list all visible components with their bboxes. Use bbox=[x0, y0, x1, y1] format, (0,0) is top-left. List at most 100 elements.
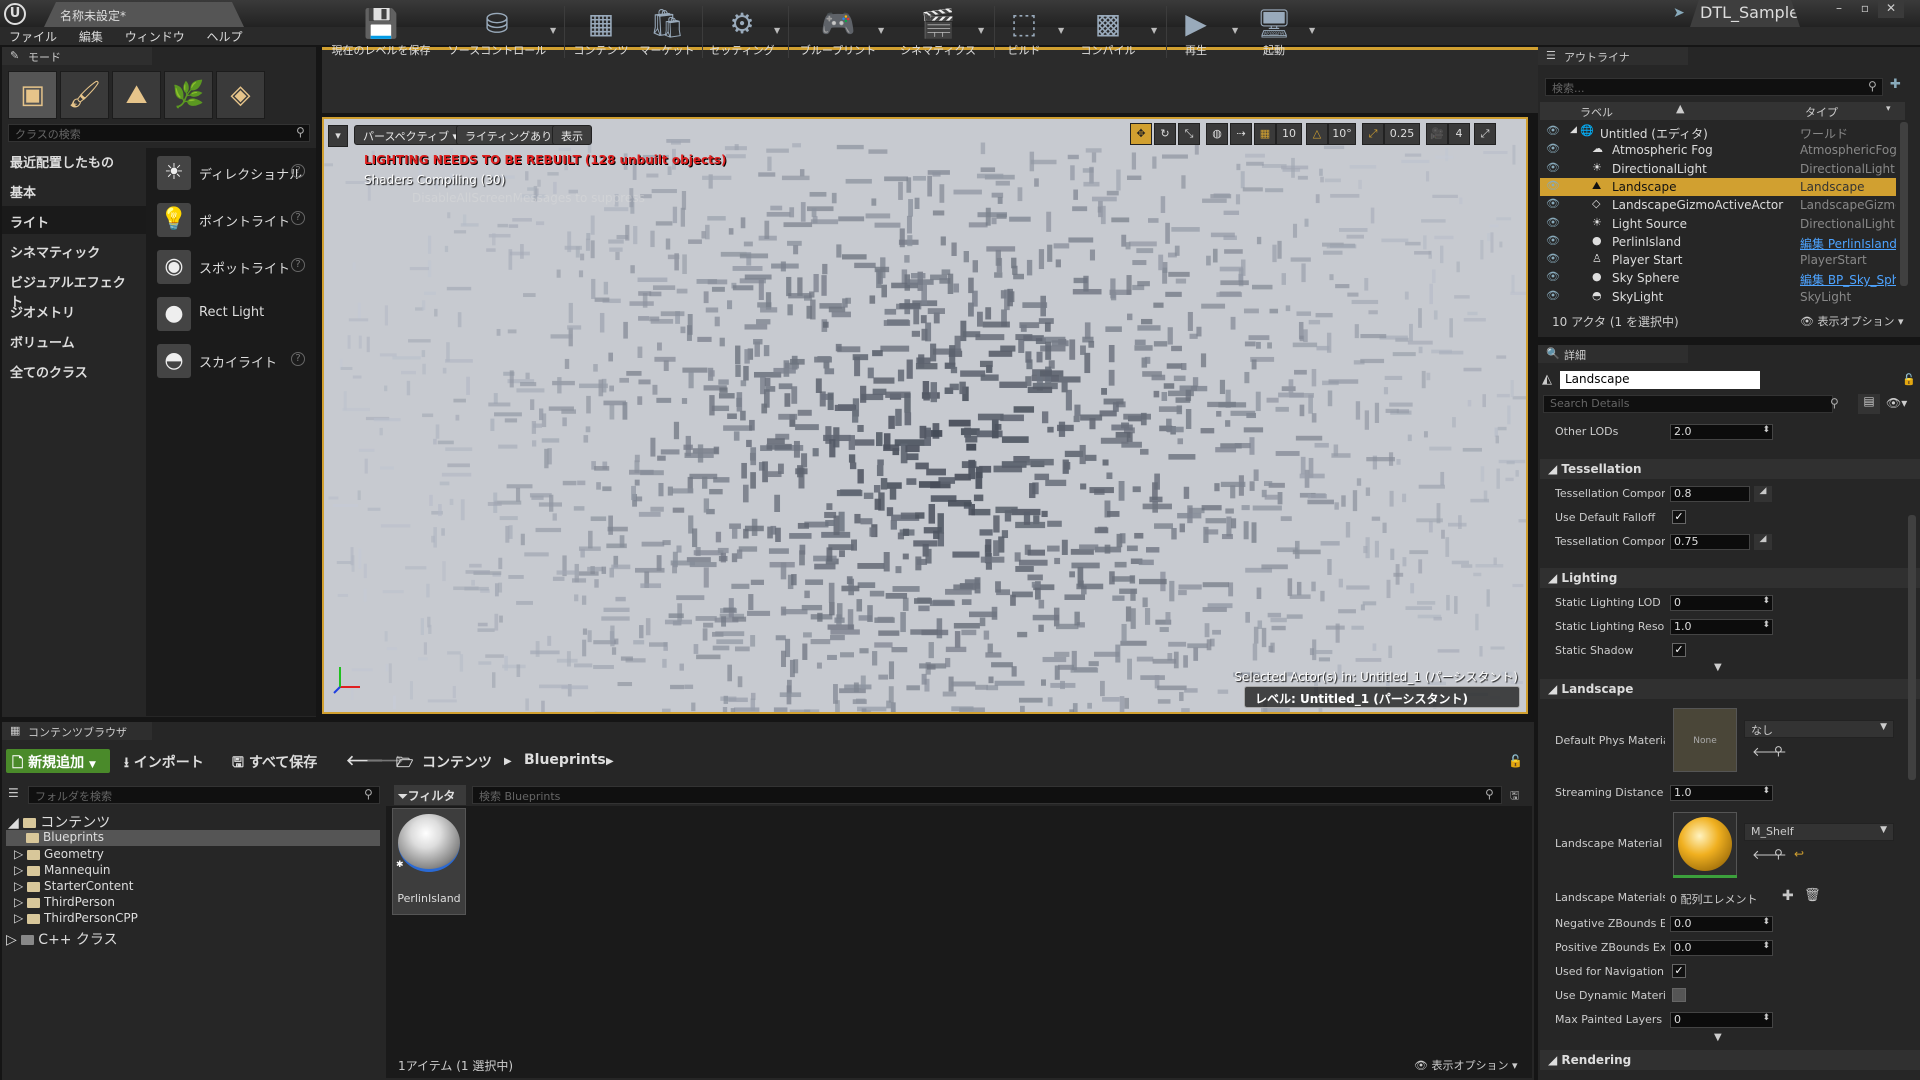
save-search-icon[interactable]: 🖫 bbox=[1510, 787, 1519, 806]
sky-light-item[interactable]: ◓ スカイライト ? bbox=[155, 338, 313, 384]
save-all-button[interactable]: 🖫 すべて保存 bbox=[232, 752, 317, 776]
dyn-mat-checkbox[interactable]: ✓ bbox=[1672, 988, 1686, 1002]
paint-mode-button[interactable]: 🖌 bbox=[60, 71, 109, 119]
phys-material-thumbnail[interactable]: None bbox=[1673, 708, 1737, 772]
dropdown-arrow-icon[interactable]: ▼ bbox=[1232, 26, 1238, 35]
rendering-section[interactable]: ◢ Rendering bbox=[1540, 1050, 1920, 1070]
tree-folder-geometry[interactable]: ▷ Geometry bbox=[14, 847, 104, 861]
play-button[interactable]: ▶ 再生 bbox=[1172, 6, 1220, 64]
spin-icon[interactable]: ⬍ bbox=[1762, 917, 1770, 927]
category-cinematic[interactable]: シネマティック bbox=[2, 236, 146, 264]
compile-button[interactable]: ▩ コンパイル bbox=[1076, 6, 1140, 64]
blueprints-button[interactable]: 🎮 ブループリント bbox=[794, 6, 882, 64]
tree-folder-mannequin[interactable]: ▷ Mannequin bbox=[14, 863, 111, 877]
static-shadow-checkbox[interactable]: ✓ bbox=[1672, 643, 1686, 657]
category-volumes[interactable]: ボリューム bbox=[2, 326, 146, 354]
reset-to-default-icon[interactable]: ↩ bbox=[1794, 847, 1804, 861]
help-icon[interactable]: ? bbox=[291, 258, 305, 272]
spin-icon[interactable]: ⬍ bbox=[1762, 1013, 1770, 1023]
category-visual-effects[interactable]: ビジュアルエフェクト bbox=[2, 266, 146, 310]
close-button[interactable]: ✕ bbox=[1878, 0, 1904, 18]
menu-help[interactable]: ヘルプ bbox=[198, 27, 252, 46]
add-actor-icon[interactable]: ✚ bbox=[1890, 77, 1901, 92]
menu-file[interactable]: ファイル bbox=[0, 27, 66, 46]
camera-speed-value[interactable]: 4 bbox=[1448, 123, 1470, 145]
outliner-row[interactable]: 👁 ☁ Atmospheric Fog AtmosphericFog bbox=[1540, 141, 1896, 159]
help-icon[interactable]: ? bbox=[291, 352, 305, 366]
visibility-eye-icon[interactable]: 👁 bbox=[1546, 289, 1560, 302]
level-viewport[interactable]: ▾ パースペクティブ ▾ ライティングあり ▾ 表示 ✥ ↻ ⤡ ◍ ⇢ ▦ 1… bbox=[322, 117, 1528, 714]
actor-type[interactable]: 編集 BP_Sky_Sphere bbox=[1800, 271, 1896, 288]
pos-z-field[interactable]: 0.0 ⬍ bbox=[1670, 940, 1773, 956]
source-control-icon[interactable]: ➤ bbox=[1673, 5, 1685, 21]
details-scrollbar[interactable] bbox=[1908, 515, 1916, 780]
visibility-eye-icon[interactable]: 👁 bbox=[1546, 216, 1560, 229]
outliner-row[interactable]: 👁 ● Sky Sphere 編集 BP_Sky_Sphere bbox=[1540, 269, 1896, 287]
show-button[interactable]: 表示 bbox=[552, 125, 592, 145]
spin-icon[interactable]: ⬍ bbox=[1762, 941, 1770, 951]
category-all-classes[interactable]: 全てのクラス bbox=[2, 356, 146, 384]
actor-name-field[interactable]: Landscape bbox=[1560, 371, 1760, 389]
streaming-field[interactable]: 1.0 ⬍ bbox=[1670, 785, 1773, 801]
lock-icon[interactable]: 🔓 bbox=[1508, 754, 1523, 768]
visibility-eye-icon[interactable]: 👁 bbox=[1546, 161, 1560, 174]
directional-light-item[interactable]: ☀ ディレクショナル ? bbox=[155, 150, 313, 196]
outliner-scrollbar[interactable] bbox=[1900, 122, 1908, 286]
grid-snap-icon[interactable]: ▦ bbox=[1254, 123, 1276, 145]
maximize-button[interactable]: ▫ bbox=[1852, 0, 1878, 18]
add-new-button[interactable]: 🗋 新規追加 ▼ bbox=[6, 749, 110, 773]
launch-button[interactable]: 🖥 起動 bbox=[1248, 6, 1300, 64]
visibility-eye-icon[interactable]: 👁 bbox=[1546, 270, 1560, 283]
menu-edit[interactable]: 編集 bbox=[70, 27, 112, 46]
outliner-tab[interactable]: ☰ アウトライナ bbox=[1538, 47, 1688, 65]
dropdown-arrow-icon[interactable]: ▼ bbox=[878, 26, 884, 35]
details-tab[interactable]: 🔍 詳細 bbox=[1538, 345, 1688, 363]
spot-light-item[interactable]: ◉ スポットライト ? bbox=[155, 244, 313, 290]
trash-icon[interactable]: 🗑 bbox=[1804, 888, 1821, 903]
rotation-snap-value[interactable]: 10° bbox=[1328, 123, 1356, 145]
used-nav-checkbox[interactable]: ✓ bbox=[1672, 964, 1686, 978]
label-column-header[interactable]: ラベル bbox=[1580, 104, 1613, 120]
breadcrumb-separator-icon[interactable]: ▶ bbox=[606, 756, 614, 767]
help-icon[interactable]: ? bbox=[291, 211, 305, 225]
tess-comp2-field[interactable]: 0.75 bbox=[1670, 534, 1750, 550]
content-browser-tab[interactable]: ▦ コンテンツブラウザ bbox=[2, 722, 152, 740]
neg-z-field[interactable]: 0.0 ⬍ bbox=[1670, 916, 1773, 932]
visibility-eye-icon[interactable]: 👁 bbox=[1546, 179, 1560, 192]
grid-snap-value[interactable]: 10 bbox=[1276, 123, 1302, 145]
maximize-viewport-icon[interactable]: ⤢ bbox=[1474, 123, 1496, 145]
foliage-mode-button[interactable]: 🌿 bbox=[164, 71, 213, 119]
breadcrumb-blueprints[interactable]: Blueprints bbox=[524, 752, 606, 768]
modes-tab[interactable]: ✎ モード bbox=[2, 47, 152, 65]
filter-button[interactable]: ⏷フィルタ ▾ bbox=[394, 785, 466, 818]
static-res-field[interactable]: 1.0 ⬍ bbox=[1670, 619, 1773, 635]
cb-view-options[interactable]: 👁 表示オプション ▾ bbox=[1414, 1057, 1518, 1073]
dropdown-arrow-icon[interactable]: ▼ bbox=[1058, 26, 1064, 35]
breadcrumb-separator-icon[interactable]: ▶ bbox=[504, 756, 512, 767]
perspective-button[interactable]: パースペクティブ ▾ bbox=[354, 125, 468, 145]
folder-search-input[interactable]: フォルダを検索 bbox=[28, 786, 380, 804]
marketplace-button[interactable]: 🛍 マーケット bbox=[636, 6, 698, 64]
scale-icon[interactable]: ⤡ bbox=[1178, 123, 1200, 145]
phys-material-combo[interactable]: なし ▼ bbox=[1744, 720, 1894, 738]
eye-icon[interactable]: 👁▾ bbox=[1886, 396, 1907, 410]
expand-more-icon[interactable]: ▼ bbox=[1714, 662, 1722, 673]
browse-search-icon[interactable]: ⚲ bbox=[1774, 847, 1783, 861]
visibility-eye-icon[interactable]: 👁 bbox=[1546, 124, 1560, 137]
save-level-button[interactable]: 💾 現在のレベルを保存 bbox=[326, 6, 436, 64]
tree-folder-blueprints[interactable]: Blueprints bbox=[6, 830, 380, 846]
visibility-eye-icon[interactable]: 👁 bbox=[1546, 234, 1560, 247]
static-lod-field[interactable]: 0 ⬍ bbox=[1670, 595, 1773, 611]
outliner-row[interactable]: 👁 ● PerlinIsland 編集 PerlinIsland bbox=[1540, 233, 1896, 251]
spin-icon[interactable]: ⬍ bbox=[1762, 620, 1770, 630]
scale-snap-icon[interactable]: ⤢ bbox=[1362, 123, 1384, 145]
build-button[interactable]: ⬚ ビルド bbox=[1000, 6, 1048, 64]
content-button[interactable]: ▦ コンテンツ bbox=[570, 6, 632, 64]
viewport-options-button[interactable]: ▾ bbox=[328, 125, 348, 147]
rotate-icon[interactable]: ↻ bbox=[1154, 123, 1176, 145]
settings-button[interactable]: ⚙ セッティング bbox=[706, 6, 778, 64]
visibility-eye-icon[interactable]: 👁 bbox=[1546, 142, 1560, 155]
tree-folder-thirdperson[interactable]: ▷ ThirdPerson bbox=[14, 895, 115, 909]
import-button[interactable]: ⭳ インポート bbox=[124, 752, 204, 776]
browse-search-icon[interactable]: ⚲ bbox=[1774, 744, 1783, 758]
